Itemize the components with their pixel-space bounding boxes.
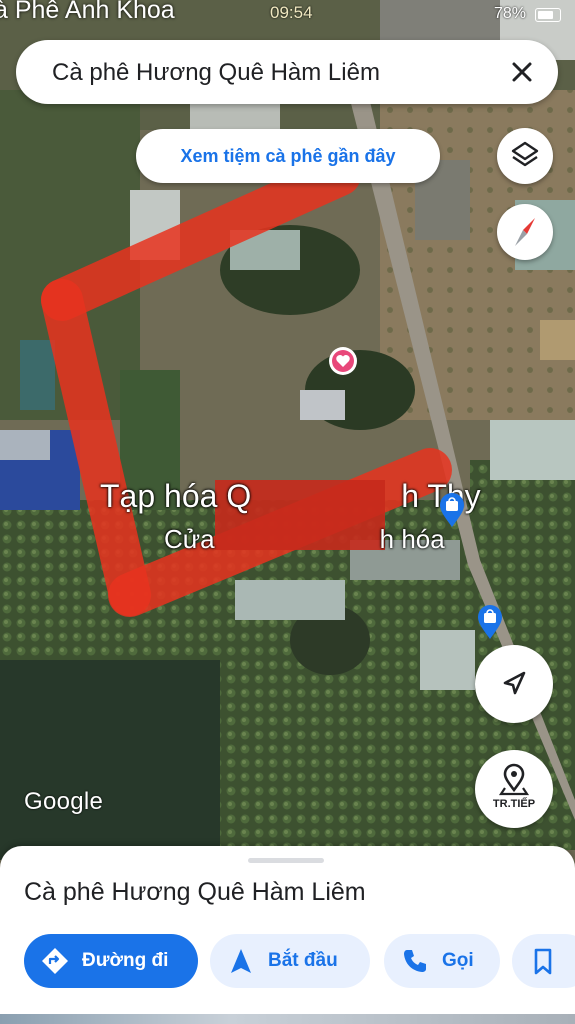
place-sheet[interactable]: Cà phê Hương Quê Hàm Liêm Đường đi Bắt đ… (0, 846, 575, 1024)
next-label: TR.TIẾP (492, 798, 536, 810)
battery-percent: 78% (494, 5, 527, 22)
status-bar: à Phê Anh Khoa 09:54 78% (0, 0, 575, 30)
google-attribution: Google (24, 788, 104, 815)
close-icon[interactable] (504, 54, 540, 90)
bookmark-icon (534, 948, 552, 975)
start-button[interactable]: Bắt đầu (210, 934, 370, 988)
compass-icon (515, 218, 535, 246)
save-button[interactable] (512, 934, 575, 988)
saved-place-pin-icon[interactable] (328, 346, 358, 376)
status-place-label: à Phê Anh Khoa (0, 0, 175, 24)
call-button[interactable]: Gọi (384, 934, 500, 988)
layers-button[interactable] (497, 128, 553, 184)
directions-label: Đường đi (82, 950, 169, 971)
navigation-start-icon (231, 949, 251, 973)
next-button[interactable]: TR.TIẾP (475, 750, 553, 828)
shopping-pin-icon[interactable] (438, 492, 466, 528)
search-bar[interactable]: Cà phê Hương Quê Hàm Liêm (16, 40, 558, 104)
map-label-shop[interactable]: Cửa h hóa (164, 524, 445, 555)
status-time: 09:54 (270, 3, 313, 22)
shopping-pin-icon[interactable] (476, 604, 504, 640)
battery-icon (535, 8, 561, 22)
directions-icon (42, 948, 68, 974)
place-title: Cà phê Hương Quê Hàm Liêm (24, 878, 366, 906)
map-label-store[interactable]: Tạp hóa Qh Thy (100, 478, 481, 515)
layers-icon (511, 141, 539, 167)
nearby-cafes-button[interactable]: Xem tiệm cà phê gần đây (136, 129, 440, 183)
photo-strip[interactable] (0, 1014, 575, 1024)
phone-icon (404, 950, 426, 972)
navigation-arrow-icon (503, 671, 526, 695)
location-pin-icon (498, 763, 530, 796)
call-label: Gọi (442, 950, 474, 971)
search-query[interactable]: Cà phê Hương Quê Hàm Liêm (52, 59, 380, 87)
compass-button[interactable] (497, 204, 553, 260)
sheet-drag-handle[interactable] (248, 858, 324, 863)
start-label: Bắt đầu (268, 950, 338, 971)
my-location-button[interactable] (475, 645, 553, 723)
directions-button[interactable]: Đường đi (24, 934, 198, 988)
